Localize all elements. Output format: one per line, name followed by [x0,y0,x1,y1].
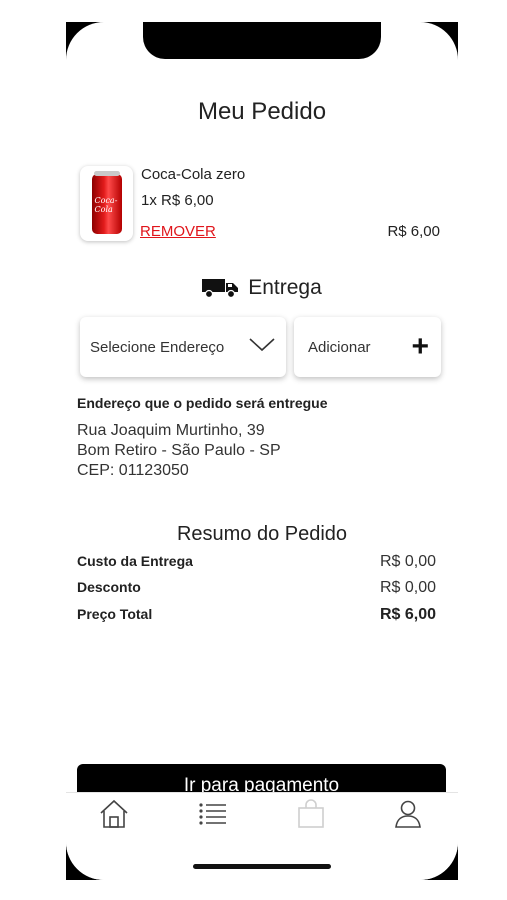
coke-can-image: Coca-Cola [91,170,122,234]
tab-home[interactable] [94,799,134,833]
truck-icon [202,277,240,299]
page-title: Meu Pedido [197,98,327,125]
summary-delivery-cost-label: Custo da Entrega [77,553,193,569]
user-icon [393,799,423,834]
product-image: Coca-Cola [80,166,133,241]
list-icon [198,801,228,832]
select-address-label: Selecione Endereço [90,338,225,356]
product-total: R$ 6,00 [387,223,440,240]
select-address-dropdown[interactable]: Selecione Endereço [80,317,286,377]
tab-orders[interactable] [193,799,233,833]
product-quantity-price: 1x R$ 6,00 [141,192,214,209]
summary-title: Resumo do Pedido [176,523,348,545]
add-address-button[interactable]: Adicionar + [294,317,441,377]
address-line-cep: CEP: 01123050 [77,462,189,479]
chevron-down-icon [248,337,276,358]
summary-total-label: Preço Total [77,606,153,622]
home-icon [98,799,130,834]
shopping-bag-icon [296,798,326,834]
delivery-heading: Entrega [66,276,458,300]
app-screen: Meu Pedido Coca-Cola Coca-Cola zero 1x R… [66,22,458,880]
summary-total-value: R$ 6,00 [379,606,436,623]
address-line-city: Bom Retiro - São Paulo - SP [77,442,281,459]
add-address-label: Adicionar [308,338,371,356]
home-indicator [193,864,331,869]
delivery-label: Entrega [248,276,322,299]
plus-icon: + [411,330,429,363]
tab-cart[interactable] [291,798,331,834]
summary-delivery-cost-value: R$ 0,00 [379,553,436,570]
phone-frame: Meu Pedido Coca-Cola Coca-Cola zero 1x R… [66,22,458,880]
summary-discount-label: Desconto [77,579,141,595]
address-heading: Endereço que o pedido será entregue [77,395,328,411]
summary-discount-value: R$ 0,00 [379,579,436,596]
tab-profile[interactable] [388,799,428,833]
remove-item-link[interactable]: REMOVER [140,223,216,240]
device-notch [143,22,381,59]
address-line-street: Rua Joaquim Murtinho, 39 [77,422,265,439]
product-name: Coca-Cola zero [141,166,246,183]
